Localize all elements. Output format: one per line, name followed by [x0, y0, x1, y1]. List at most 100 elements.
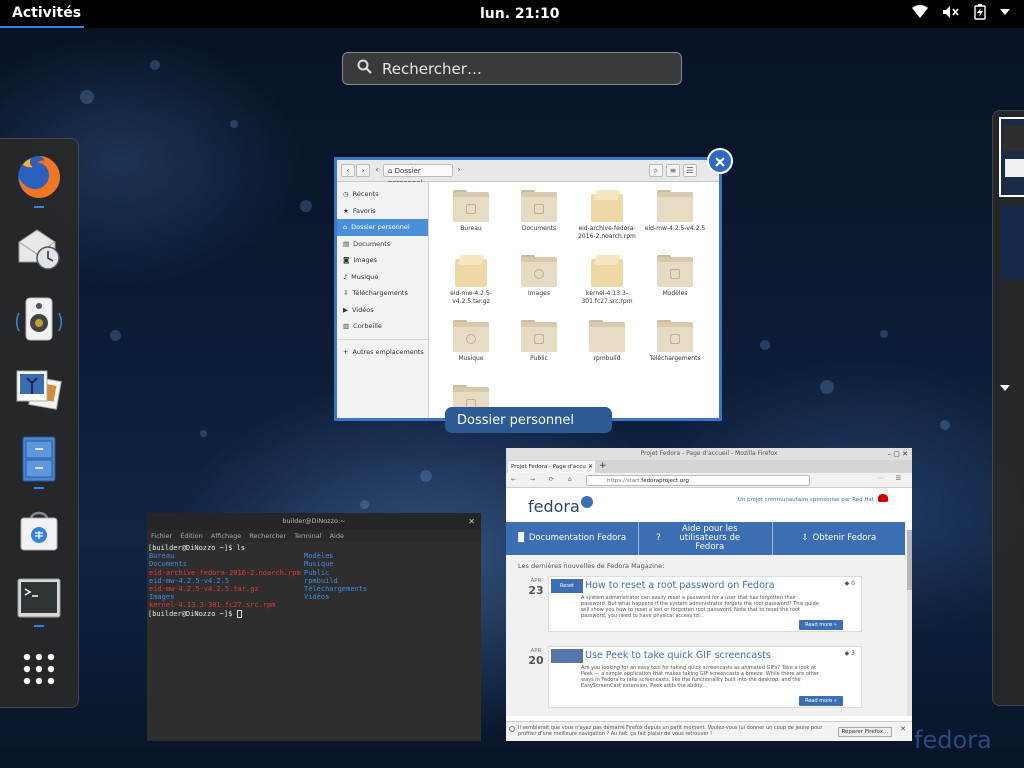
post-title-link[interactable]: Use Peek to take quick GIF screencasts: [585, 650, 771, 661]
close-window-button[interactable]: [707, 148, 733, 174]
firefox-titlebar: Projet Fedora - Page d'accueil - Mozilla…: [506, 448, 912, 460]
read-more-button[interactable]: Read more »: [799, 696, 843, 706]
menu-item-view[interactable]: Affichage: [211, 532, 242, 540]
files-cabinet-icon[interactable]: [15, 435, 63, 483]
file-item[interactable]: eid-archive-fedora-2016-2.noarch.rpm: [573, 190, 641, 240]
file-item[interactable]: eid-mw-4.2.5-v4.2.5: [641, 190, 709, 233]
workspace-thumbnail-active[interactable]: [999, 117, 1024, 197]
menu-item-help[interactable]: Aide: [330, 532, 344, 540]
sidebar-separator: [337, 338, 428, 340]
clock[interactable]: lun. 21:10: [480, 6, 560, 22]
sidebar-item-documents[interactable]: ▤ Documents: [337, 236, 428, 253]
sponsor-tagline[interactable]: Un projet communautaire sponsorisé par R…: [738, 497, 874, 503]
search-icon: [357, 59, 372, 78]
rhythmbox-speaker-icon[interactable]: [15, 295, 63, 343]
firefox-window-thumbnail[interactable]: Projet Fedora - Page d'accueil - Mozilla…: [506, 448, 912, 741]
toolbar-menu-icons[interactable]: ⋯ ☰: [878, 475, 906, 482]
workspace-thumbnail-empty[interactable]: [1001, 205, 1024, 279]
nav-help[interactable]: ? Aide pour les utilisateurs de Fedora: [639, 522, 773, 555]
file-item[interactable]: kernel-4.13.3-301.fc27.src.rpm: [573, 255, 641, 305]
post-date: APR 23: [524, 578, 548, 597]
comment-count[interactable]: ◆ 0: [845, 580, 855, 587]
file-item[interactable]: rpmbuild: [573, 320, 641, 363]
menu-item-terminal[interactable]: Terminal: [294, 532, 321, 540]
files-window-thumbnail[interactable]: ‹ › ‹ ⌂ Dossier personnel › ⌕ ≡ ☰ ◷Récen…: [334, 157, 722, 421]
workspace-collapse-arrow-icon[interactable]: [1000, 377, 1010, 396]
camera-icon: ◙: [343, 256, 350, 265]
ls-entry: Vidéos: [304, 593, 330, 602]
menu-icon[interactable]: ☰: [683, 164, 697, 177]
repair-firefox-button[interactable]: Réparer Firefox…: [838, 727, 892, 737]
sidebar-item-videos[interactable]: ▶ Vidéos: [337, 302, 428, 319]
sidebar-item-label: Autres emplacements: [352, 347, 424, 356]
wifi-icon[interactable]: [912, 5, 928, 19]
photos-icon[interactable]: [15, 365, 63, 413]
menu-item-file[interactable]: Fichier: [151, 532, 172, 540]
sidebar-item-trash[interactable]: ▥ Corbeille: [337, 318, 428, 335]
nav-documentation[interactable]: ▉ Documentation Fedora: [506, 522, 640, 555]
file-item[interactable]: eid-mw-4.2.5-v4.2.5.tar.gz: [437, 255, 505, 305]
menu-item-search[interactable]: Rechercher: [249, 532, 286, 540]
show-apps-grid-icon[interactable]: [15, 645, 63, 693]
battery-charging-icon[interactable]: [974, 4, 986, 20]
window-title: Projet Fedora - Page d'accueil - Mozilla…: [640, 450, 778, 457]
menu-item-edit[interactable]: Édition: [180, 532, 203, 540]
read-more-button[interactable]: Read more »: [799, 620, 843, 630]
post-thumbnail[interactable]: [551, 649, 583, 663]
page-scrollbar[interactable]: [907, 530, 912, 716]
sidebar-item-downloads[interactable]: ⇩ Téléchargements: [337, 285, 428, 302]
package-icon: [453, 255, 489, 287]
sidebar-item-recents[interactable]: ◷ Récents: [337, 186, 428, 203]
fedora-logo[interactable]: fedora: [528, 496, 593, 516]
url-bar[interactable]: https://start.fedoraproject.org: [586, 475, 810, 486]
view-list-icon[interactable]: ≡: [666, 164, 680, 177]
file-item[interactable]: Images: [505, 255, 573, 298]
firefox-icon[interactable]: [15, 153, 63, 201]
scrollbar-thumb[interactable]: [907, 530, 912, 590]
sidebar-item-other-locations[interactable]: + Autres emplacements: [337, 344, 428, 361]
comment-number: 3: [851, 650, 855, 657]
terminal-output[interactable]: [builder@DiNozzo ~]$ ls Bureau Documents…: [147, 542, 481, 740]
file-item[interactable]: Modèles: [641, 255, 709, 298]
close-icon[interactable]: ✕: [468, 513, 475, 530]
path-left-arrow-icon[interactable]: ‹: [373, 164, 381, 177]
activities-button[interactable]: Activités: [0, 0, 93, 28]
system-status-area[interactable]: [912, 4, 1010, 20]
comment-count[interactable]: ◆ 3: [845, 650, 855, 657]
close-notification-icon[interactable]: ✕: [900, 726, 906, 733]
terminal-icon[interactable]: [15, 575, 63, 623]
back-button[interactable]: ‹: [341, 164, 355, 177]
sidebar-item-home[interactable]: ⌂ Dossier personnel: [337, 219, 428, 236]
path-button-home[interactable]: ⌂ Dossier personnel: [383, 164, 453, 187]
file-item-label: eid-mw-4.2.5-v4.2.5.tar.gz: [450, 290, 492, 305]
post-thumbnail[interactable]: Reset: [551, 579, 583, 593]
nav-get-fedora[interactable]: ⇩ Obtenir Fedora: [773, 522, 905, 555]
browser-tab[interactable]: Projet Fedora - Page d'accu ✕: [508, 461, 595, 473]
window-controls[interactable]: – ▢ ✕: [888, 448, 908, 460]
sidebar-item-pictures[interactable]: ◙ Images: [337, 252, 428, 269]
terminal-window-thumbnail[interactable]: builder@DiNozzo:~ ✕ Fichier Édition Affi…: [147, 513, 481, 741]
sidebar-item-label: Documents: [353, 239, 391, 248]
post-title-link[interactable]: How to reset a root password on Fedora: [585, 580, 775, 591]
sidebar-item-label: Téléchargements: [352, 289, 408, 298]
search-entry[interactable]: Rechercher…: [342, 52, 682, 85]
forward-button[interactable]: ›: [356, 164, 370, 177]
file-item[interactable]: Bureau: [437, 190, 505, 233]
nav-buttons[interactable]: ← → ⟳ ⌂: [511, 476, 578, 483]
volume-muted-icon[interactable]: [942, 5, 960, 19]
file-item[interactable]: Téléchargements: [641, 320, 709, 363]
file-item[interactable]: Documents: [505, 190, 573, 233]
sidebar-item-favorites[interactable]: ★ Favoris: [337, 203, 428, 220]
evolution-mail-clock-icon[interactable]: [15, 224, 63, 272]
sidebar-item-label: Corbeille: [353, 322, 382, 331]
file-item[interactable]: Public: [505, 320, 573, 363]
software-bag-icon[interactable]: [15, 505, 63, 553]
path-right-arrow-icon[interactable]: ›: [455, 164, 463, 177]
nav-label: Aide pour les utilisateurs de Fedora: [679, 524, 741, 552]
power-menu-arrow-icon[interactable]: [1000, 8, 1010, 16]
sidebar-item-music[interactable]: ♪ Musique: [337, 269, 428, 286]
search-icon[interactable]: ⌕: [649, 164, 663, 177]
file-item[interactable]: Musique: [437, 320, 505, 363]
close-tab-icon[interactable]: ✕: [588, 461, 593, 473]
new-tab-icon[interactable]: +: [599, 460, 607, 472]
